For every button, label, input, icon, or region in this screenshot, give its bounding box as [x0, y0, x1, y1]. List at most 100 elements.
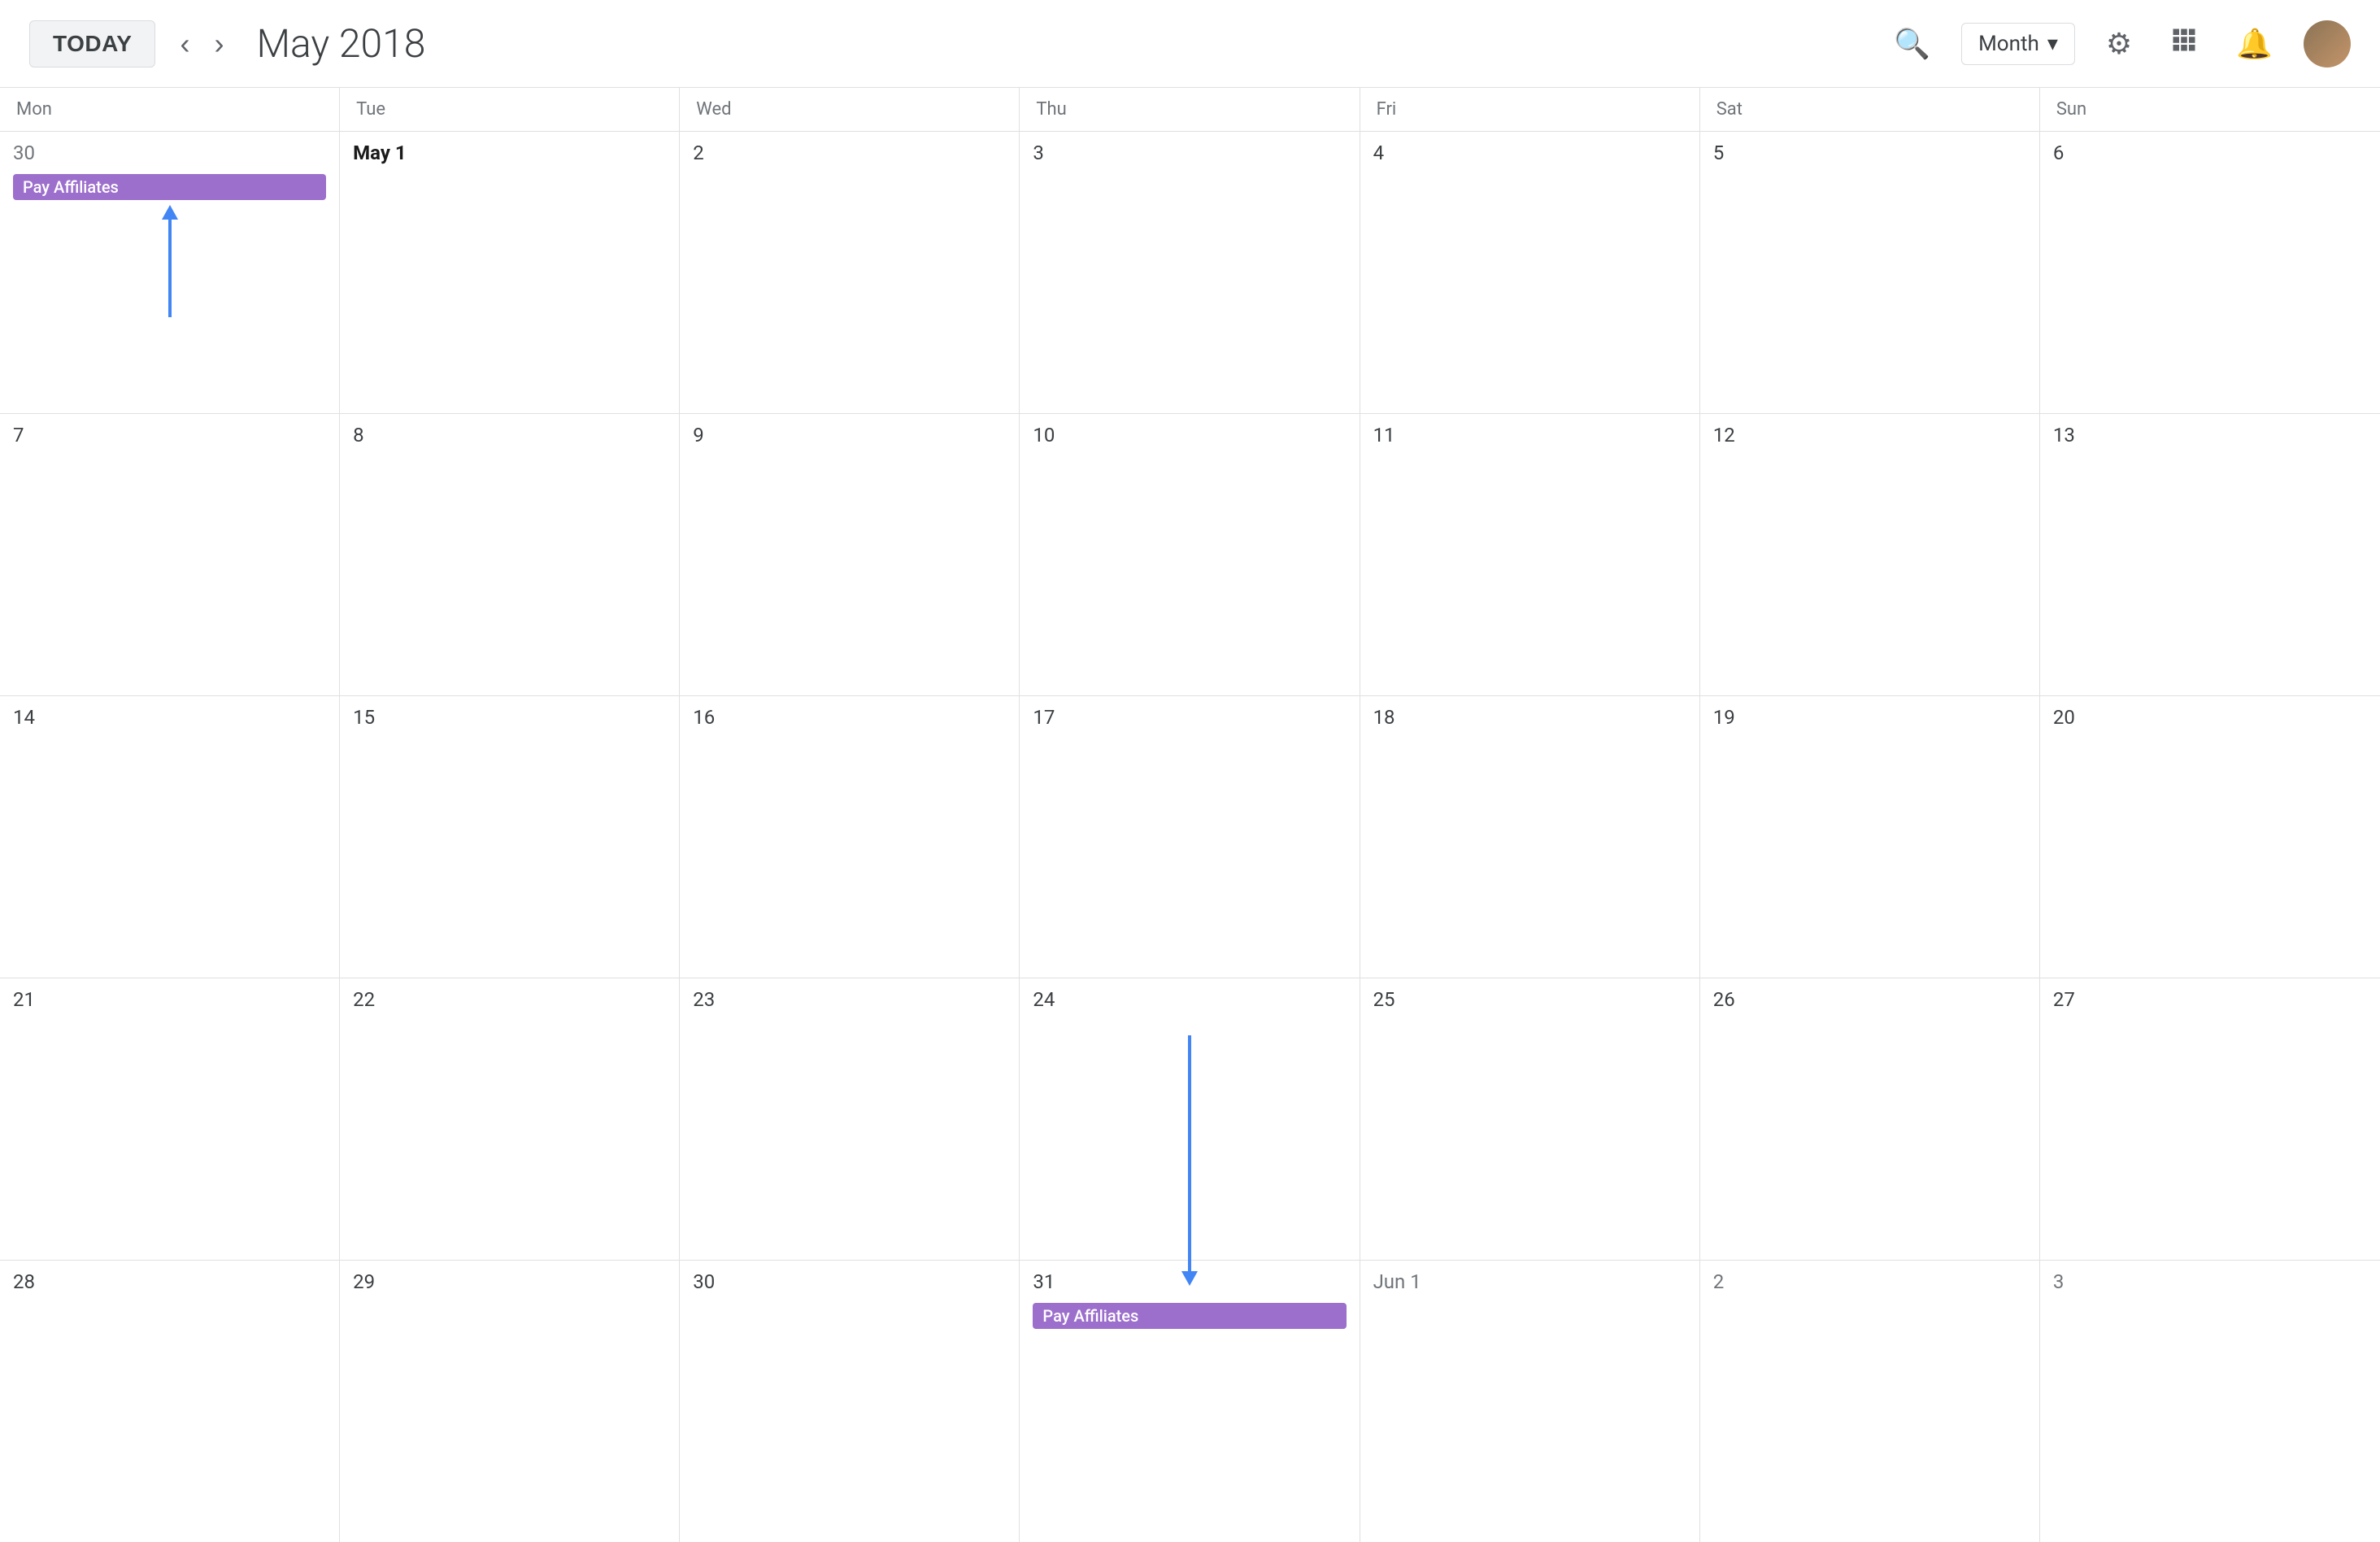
- header-right: 🔍 Month ▾ ⚙ 🔔: [1887, 19, 2351, 68]
- day-number: 31: [1033, 1269, 1346, 1296]
- chevron-down-icon: ▾: [2047, 32, 2058, 56]
- calendar-header: TODAY ‹ › May 2018 🔍 Month ▾ ⚙ 🔔: [0, 0, 2380, 88]
- day-cell-may7[interactable]: 7: [0, 414, 340, 695]
- day-cell-may14[interactable]: 14: [0, 696, 340, 978]
- view-label: Month: [1978, 32, 2039, 56]
- day-cell-may12[interactable]: 12: [1700, 414, 2040, 695]
- day-cell-may9[interactable]: 9: [680, 414, 1020, 695]
- day-number: 13: [2053, 422, 2367, 450]
- day-cell-may24[interactable]: 24: [1020, 978, 1360, 1260]
- day-number: 18: [1373, 704, 1686, 732]
- day-number: 25: [1373, 987, 1686, 1014]
- week-row-1: 30 Pay Affiliates May 1 2 3: [0, 132, 2380, 414]
- header-sat: Sat: [1700, 88, 2040, 131]
- apps-icon[interactable]: [2163, 19, 2205, 68]
- day-number: 6: [2053, 140, 2367, 168]
- day-number: 26: [1713, 987, 2026, 1014]
- day-number: 3: [2053, 1269, 2367, 1296]
- day-number: 30: [693, 1269, 1006, 1296]
- day-cell-may31[interactable]: 31 Pay Affiliates: [1020, 1261, 1360, 1542]
- day-cell-may23[interactable]: 23: [680, 978, 1020, 1260]
- calendar: Mon Tue Wed Thu Fri Sat Sun 30 Pay Affil…: [0, 88, 2380, 1542]
- week-row-2: 7 8 9 10 11 12 13: [0, 414, 2380, 696]
- gear-icon[interactable]: ⚙: [2099, 20, 2139, 68]
- day-cell-may25[interactable]: 25: [1360, 978, 1700, 1260]
- day-number: May 1: [353, 140, 666, 168]
- arrow-line: [1188, 1035, 1191, 1271]
- weeks: 30 Pay Affiliates May 1 2 3: [0, 132, 2380, 1542]
- day-number: 20: [2053, 704, 2367, 732]
- day-number: 16: [693, 704, 1006, 732]
- header-sun: Sun: [2040, 88, 2380, 131]
- day-cell-may3[interactable]: 3: [1020, 132, 1360, 413]
- day-number: 28: [13, 1269, 326, 1296]
- day-cell-may5[interactable]: 5: [1700, 132, 2040, 413]
- arrow-down: [1181, 1035, 1198, 1286]
- month-title: May 2018: [256, 20, 1871, 67]
- day-cell-may6[interactable]: 6: [2040, 132, 2380, 413]
- day-cell-may4[interactable]: 4: [1360, 132, 1700, 413]
- day-number: Jun 1: [1373, 1269, 1686, 1296]
- day-cell-may2[interactable]: 2: [680, 132, 1020, 413]
- day-number: 10: [1033, 422, 1346, 450]
- day-cell-may19[interactable]: 19: [1700, 696, 2040, 978]
- day-cell-jun1[interactable]: Jun 1: [1360, 1261, 1700, 1542]
- arrow-up: [162, 205, 178, 317]
- day-number: 2: [1713, 1269, 2026, 1296]
- event-pay-affiliates-1[interactable]: Pay Affiliates: [13, 174, 326, 200]
- day-cell-may8[interactable]: 8: [340, 414, 680, 695]
- day-cell-may10[interactable]: 10: [1020, 414, 1360, 695]
- day-cell-may29[interactable]: 29: [340, 1261, 680, 1542]
- day-number: 24: [1033, 987, 1346, 1014]
- day-cell-may20[interactable]: 20: [2040, 696, 2380, 978]
- day-number: 11: [1373, 422, 1686, 450]
- day-number: 30: [13, 140, 326, 168]
- day-headers: Mon Tue Wed Thu Fri Sat Sun: [0, 88, 2380, 132]
- day-number: 14: [13, 704, 326, 732]
- day-number: 22: [353, 987, 666, 1014]
- day-number: 21: [13, 987, 326, 1014]
- day-cell-may16[interactable]: 16: [680, 696, 1020, 978]
- day-number: 29: [353, 1269, 666, 1296]
- nav-arrows: ‹ ›: [172, 24, 232, 63]
- day-cell-may18[interactable]: 18: [1360, 696, 1700, 978]
- day-number: 8: [353, 422, 666, 450]
- day-cell-may21[interactable]: 21: [0, 978, 340, 1260]
- bell-icon[interactable]: 🔔: [2230, 20, 2279, 68]
- header-wed: Wed: [680, 88, 1020, 131]
- day-cell-may22[interactable]: 22: [340, 978, 680, 1260]
- day-cell-may28[interactable]: 28: [0, 1261, 340, 1542]
- day-number: 3: [1033, 140, 1346, 168]
- avatar[interactable]: [2304, 20, 2351, 68]
- day-number: 17: [1033, 704, 1346, 732]
- day-cell-may1[interactable]: May 1: [340, 132, 680, 413]
- week-row-4: 21 22 23 24 25 26 27: [0, 978, 2380, 1261]
- today-button[interactable]: TODAY: [29, 20, 155, 68]
- day-cell-may30[interactable]: 30: [680, 1261, 1020, 1542]
- day-cell-may27[interactable]: 27: [2040, 978, 2380, 1260]
- day-number: 4: [1373, 140, 1686, 168]
- day-cell-may15[interactable]: 15: [340, 696, 680, 978]
- day-number: 27: [2053, 987, 2367, 1014]
- day-cell-apr30[interactable]: 30 Pay Affiliates: [0, 132, 340, 413]
- day-number: 12: [1713, 422, 2026, 450]
- search-icon[interactable]: 🔍: [1887, 20, 1937, 68]
- day-cell-may13[interactable]: 13: [2040, 414, 2380, 695]
- day-number: 5: [1713, 140, 2026, 168]
- day-number: 9: [693, 422, 1006, 450]
- day-number: 7: [13, 422, 326, 450]
- day-cell-may11[interactable]: 11: [1360, 414, 1700, 695]
- view-selector[interactable]: Month ▾: [1961, 23, 2075, 65]
- arrow-line: [168, 220, 172, 317]
- day-cell-may17[interactable]: 17: [1020, 696, 1360, 978]
- day-cell-jun2[interactable]: 2: [1700, 1261, 2040, 1542]
- day-cell-jun3[interactable]: 3: [2040, 1261, 2380, 1542]
- next-button[interactable]: ›: [206, 24, 232, 63]
- day-number: 19: [1713, 704, 2026, 732]
- day-cell-may26[interactable]: 26: [1700, 978, 2040, 1260]
- week-row-3: 14 15 16 17 18 19 20: [0, 696, 2380, 978]
- arrow-head-up-icon: [162, 205, 178, 220]
- prev-button[interactable]: ‹: [172, 24, 198, 63]
- event-pay-affiliates-2[interactable]: Pay Affiliates: [1033, 1303, 1346, 1329]
- header-thu: Thu: [1020, 88, 1360, 131]
